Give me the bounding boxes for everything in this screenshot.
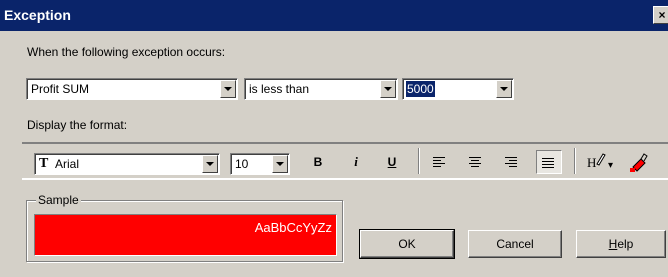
size-value: 10 xyxy=(235,157,249,171)
justify-icon xyxy=(542,158,554,168)
measure-value: Profit SUM xyxy=(31,82,90,96)
paint-bucket-icon xyxy=(630,153,648,172)
measure-select[interactable]: Profit SUM xyxy=(26,78,238,100)
help-button[interactable]: Help xyxy=(576,230,666,258)
toolbar-separator xyxy=(418,148,420,174)
cancel-button[interactable]: Cancel xyxy=(468,230,562,258)
close-icon: × xyxy=(658,8,666,22)
size-dropdown-button[interactable] xyxy=(272,155,288,173)
size-select[interactable]: 10 xyxy=(230,153,290,175)
align-right-icon xyxy=(505,157,517,167)
dialog-title: Exception xyxy=(4,7,71,23)
exception-dialog: Exception × When the following exception… xyxy=(0,0,668,277)
align-left-button[interactable] xyxy=(428,150,452,174)
font-select[interactable]: T Arial xyxy=(34,153,220,175)
format-prompt: Display the format: xyxy=(27,118,128,132)
close-button[interactable]: × xyxy=(653,6,668,24)
measure-dropdown-button[interactable] xyxy=(220,80,236,98)
italic-button[interactable]: i xyxy=(344,150,368,174)
exception-prompt: When the following exception occurs: xyxy=(27,45,226,59)
value-dropdown-button[interactable] xyxy=(496,80,512,98)
custom-format-button[interactable]: H ▾ xyxy=(584,148,618,172)
more-options-icon: ▾ xyxy=(608,160,614,171)
bold-button[interactable]: B xyxy=(306,150,330,174)
font-value: Arial xyxy=(55,157,80,171)
align-right-button[interactable] xyxy=(500,150,524,174)
fill-color-button[interactable] xyxy=(626,150,650,174)
align-left-icon xyxy=(433,157,445,167)
svg-text:H: H xyxy=(587,155,596,170)
underline-button[interactable]: U xyxy=(380,150,404,174)
operator-dropdown-button[interactable] xyxy=(380,80,396,98)
title-bar: Exception × xyxy=(0,0,668,31)
align-center-button[interactable] xyxy=(464,150,488,174)
help-label: elp xyxy=(617,237,634,251)
align-center-icon xyxy=(469,157,481,167)
truetype-font-icon: T xyxy=(39,156,49,171)
value-input-text[interactable]: 5000 xyxy=(406,81,435,97)
font-dropdown-button[interactable] xyxy=(202,155,218,173)
format-brush-icon: H xyxy=(587,153,606,170)
ok-button[interactable]: OK xyxy=(359,229,455,259)
operator-value: is less than xyxy=(249,82,310,96)
sample-text: AaBbCcYyZz xyxy=(254,220,332,235)
value-combobox[interactable]: 5000 xyxy=(402,78,514,100)
justify-button[interactable] xyxy=(536,150,562,174)
sample-preview: AaBbCcYyZz xyxy=(34,214,337,256)
toolbar-separator xyxy=(574,148,576,174)
sample-legend: Sample xyxy=(36,193,81,207)
operator-select[interactable]: is less than xyxy=(244,78,398,100)
